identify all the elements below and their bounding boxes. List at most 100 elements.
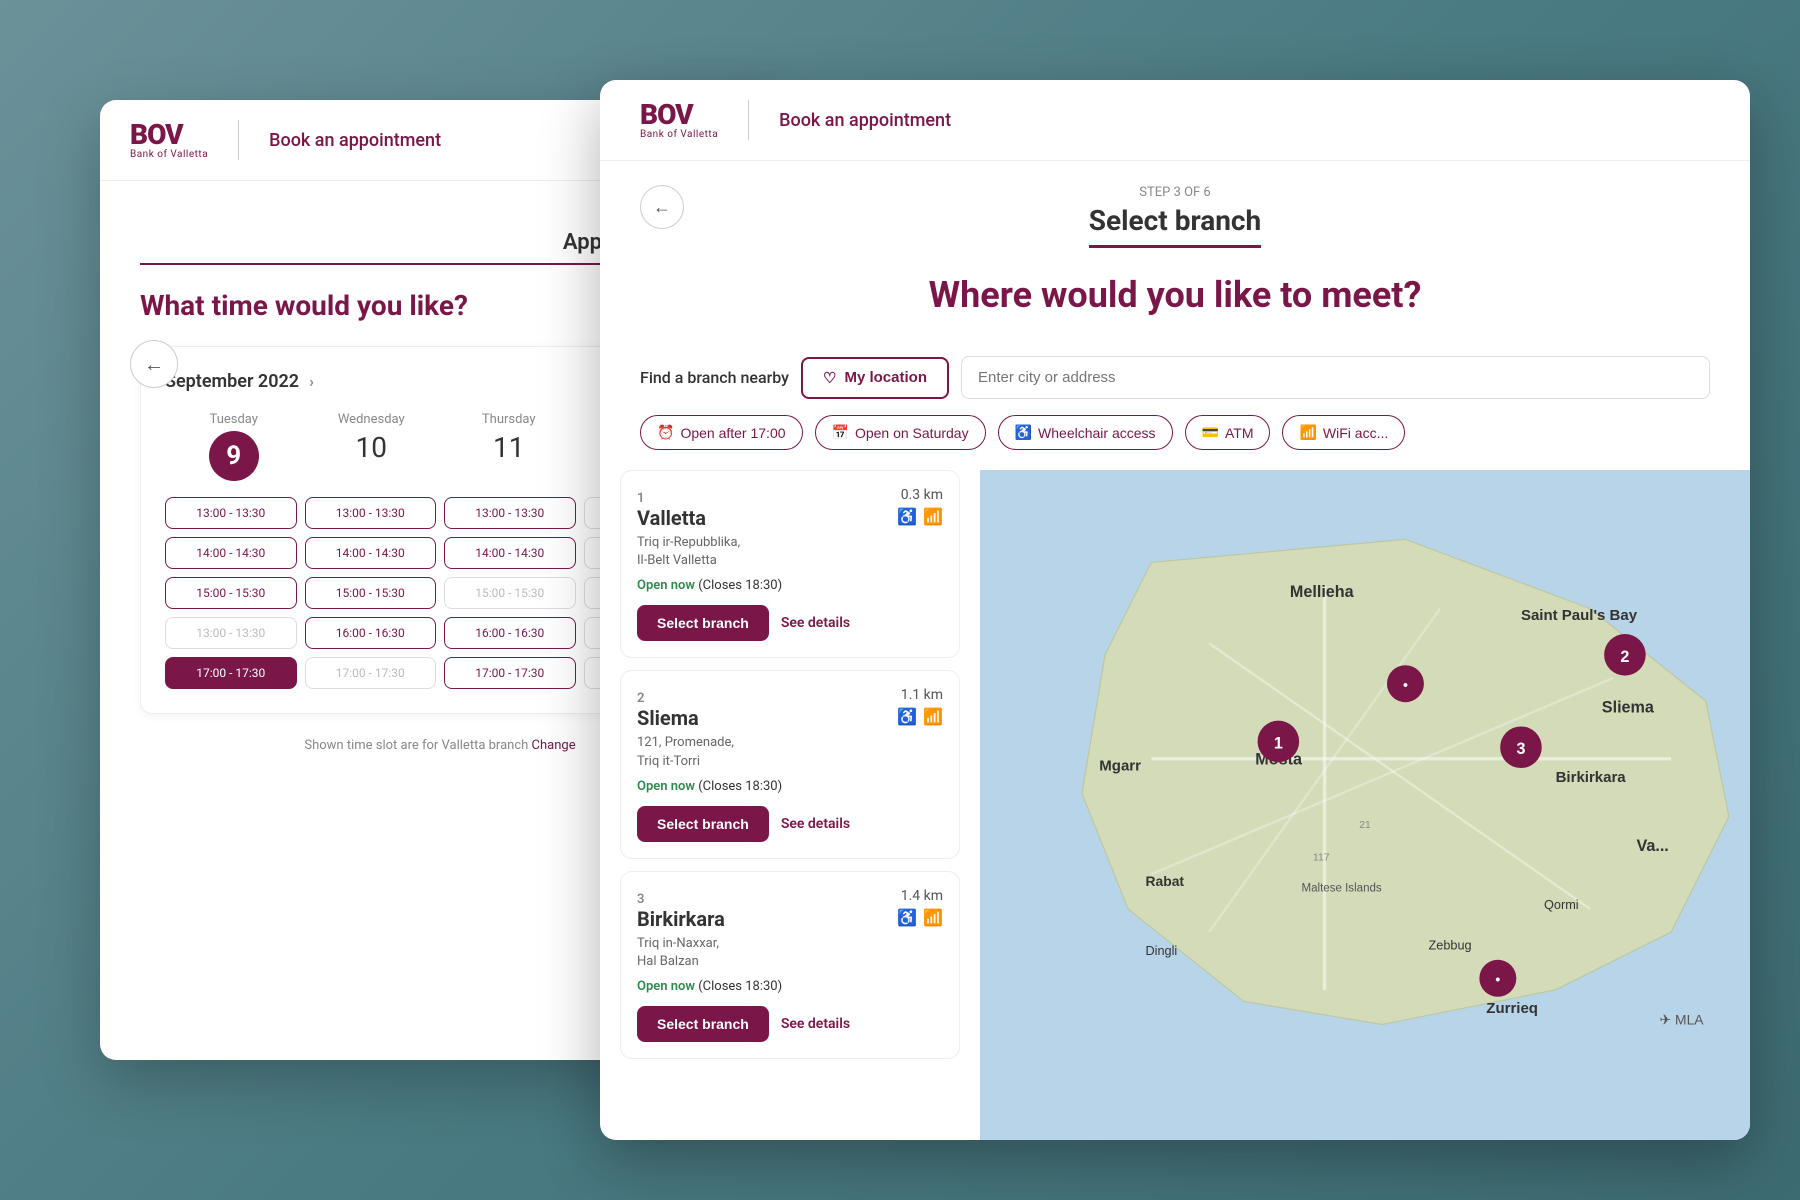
branch-left-1: 1 Valletta bbox=[637, 487, 706, 530]
day-9[interactable]: 9 bbox=[209, 431, 259, 481]
branch-num-2: 2 bbox=[637, 691, 644, 706]
select-branch-btn-2[interactable]: Select branch bbox=[637, 806, 769, 842]
filter-wheelchair[interactable]: ♿ Wheelchair access bbox=[998, 415, 1173, 450]
back-header-title: Book an appointment bbox=[269, 130, 441, 151]
time-slot[interactable]: 16:00 - 16:30 bbox=[305, 617, 437, 649]
branch-num-3: 3 bbox=[637, 892, 644, 907]
branch-icons-3: ♿ 📶 bbox=[897, 908, 943, 927]
close-time-2: (Closes 18:30) bbox=[698, 779, 782, 794]
time-slot-disabled: 17:00 - 17:30 bbox=[305, 657, 437, 689]
branch-address-2: 121, Promenade,Triq it-Torri bbox=[637, 734, 943, 770]
branch-status-1: Open now (Closes 18:30) bbox=[637, 578, 943, 593]
address-input[interactable] bbox=[961, 356, 1710, 399]
branch-header-3: 3 Birkirkara 1.4 km ♿ 📶 bbox=[637, 888, 943, 931]
svg-text:Maltese Islands: Maltese Islands bbox=[1301, 883, 1381, 895]
my-location-label: My location bbox=[844, 369, 927, 386]
month-label: September 2022 bbox=[165, 371, 299, 392]
svg-text:Zebbug: Zebbug bbox=[1429, 938, 1472, 952]
select-branch-card: BOV Bank of Valletta Book an appointment… bbox=[600, 80, 1750, 1140]
step-center: STEP 3 OF 6 Select branch bbox=[684, 185, 1666, 264]
day-10[interactable]: 10 bbox=[303, 431, 441, 464]
change-link[interactable]: Change bbox=[532, 738, 576, 753]
select-branch-btn-1[interactable]: Select branch bbox=[637, 605, 769, 641]
map[interactable]: Mellieha Saint Paul's Bay Mgarr Mosta Sl… bbox=[980, 470, 1750, 1140]
front-question: Where would you like to meet? bbox=[640, 274, 1710, 316]
filter-atm[interactable]: 💳 ATM bbox=[1185, 415, 1271, 450]
branch-address-3: Triq in-Naxxar,Hal Balzan bbox=[637, 935, 943, 971]
day-11[interactable]: 11 bbox=[440, 431, 578, 464]
svg-text:Mgarr: Mgarr bbox=[1099, 757, 1141, 774]
filter-open-saturday-label: Open on Saturday bbox=[855, 425, 969, 441]
search-bar: Find a branch nearby ♡ My location bbox=[600, 356, 1750, 399]
branch-header-1: 1 Valletta 0.3 km ♿ 📶 bbox=[637, 487, 943, 530]
month-next-icon[interactable]: › bbox=[309, 372, 314, 391]
front-step-label: STEP 3 OF 6 bbox=[684, 185, 1666, 200]
wifi-icon-2: 📶 bbox=[923, 707, 943, 726]
branch-note-text: Shown time slot are for Valletta branch bbox=[304, 738, 528, 753]
branch-icons-2: ♿ 📶 bbox=[897, 707, 943, 726]
time-slot[interactable]: 15:00 - 15:30 bbox=[165, 577, 297, 609]
map-svg: Mellieha Saint Paul's Bay Mgarr Mosta Sl… bbox=[980, 470, 1750, 1140]
branch-num-1: 1 bbox=[637, 491, 644, 506]
open-status-2: Open now bbox=[637, 779, 695, 794]
wifi-icon-1: 📶 bbox=[923, 507, 943, 526]
time-slot[interactable]: 14:00 - 14:30 bbox=[444, 537, 576, 569]
branch-list: 1 Valletta 0.3 km ♿ 📶 Triq ir-Repubblika… bbox=[600, 470, 980, 1140]
time-slot[interactable]: 17:00 - 17:30 bbox=[444, 657, 576, 689]
time-slot[interactable]: 14:00 - 14:30 bbox=[165, 537, 297, 569]
day-label-tue: Tuesday bbox=[165, 412, 303, 427]
branch-name-3: Birkirkara bbox=[637, 907, 725, 931]
time-slot-disabled: 13:00 - 13:30 bbox=[165, 617, 297, 649]
wifi-icon: 📶 bbox=[1299, 424, 1316, 441]
branch-right-1: 0.3 km ♿ 📶 bbox=[897, 487, 943, 526]
svg-text:✈ MLA: ✈ MLA bbox=[1660, 1011, 1705, 1027]
time-slot[interactable]: 14:00 - 14:30 bbox=[305, 537, 437, 569]
branch-right-2: 1.1 km ♿ 📶 bbox=[897, 687, 943, 726]
open-status-3: Open now bbox=[637, 979, 695, 994]
front-logo-text: BOV bbox=[640, 101, 693, 129]
back-button[interactable]: ← bbox=[130, 340, 178, 388]
svg-text:2: 2 bbox=[1620, 648, 1629, 666]
see-details-link-2[interactable]: See details bbox=[781, 816, 850, 832]
day-col-2: Wednesday 10 bbox=[303, 412, 441, 481]
time-slot[interactable]: 13:00 - 13:30 bbox=[305, 497, 437, 529]
time-slot[interactable]: 16:00 - 16:30 bbox=[444, 617, 576, 649]
branch-name-2: Sliema bbox=[637, 706, 699, 730]
svg-text:21: 21 bbox=[1359, 820, 1371, 831]
svg-text:Saint Paul's Bay: Saint Paul's Bay bbox=[1521, 607, 1638, 624]
filter-wifi[interactable]: 📶 WiFi acc... bbox=[1282, 415, 1405, 450]
filter-open-saturday[interactable]: 📅 Open on Saturday bbox=[815, 415, 986, 450]
map-pin-extra2: • bbox=[1479, 960, 1516, 997]
svg-text:Qormi: Qormi bbox=[1544, 898, 1579, 912]
time-slot[interactable]: 15:00 - 15:30 bbox=[305, 577, 437, 609]
select-branch-btn-3[interactable]: Select branch bbox=[637, 1006, 769, 1042]
step-area: ← STEP 3 OF 6 Select branch bbox=[600, 161, 1750, 264]
time-slot[interactable]: 13:00 - 13:30 bbox=[165, 497, 297, 529]
svg-text:Mellieha: Mellieha bbox=[1290, 583, 1355, 601]
branch-status-2: Open now (Closes 18:30) bbox=[637, 779, 943, 794]
branch-left-2: 2 Sliema bbox=[637, 687, 699, 730]
branch-header-2: 2 Sliema 1.1 km ♿ 📶 bbox=[637, 687, 943, 730]
filter-open-after[interactable]: ⏰ Open after 17:00 bbox=[640, 415, 803, 450]
map-pin-3: 3 bbox=[1500, 726, 1542, 768]
svg-text:1: 1 bbox=[1274, 734, 1283, 752]
front-back-button[interactable]: ← bbox=[640, 185, 684, 229]
logo-text: BOV bbox=[130, 121, 183, 149]
time-slot-selected[interactable]: 17:00 - 17:30 bbox=[165, 657, 297, 689]
time-slot-disabled: 15:00 - 15:30 bbox=[444, 577, 576, 609]
filter-open-after-label: Open after 17:00 bbox=[680, 425, 785, 441]
my-location-button[interactable]: ♡ My location bbox=[801, 357, 949, 399]
branch-name-1: Valletta bbox=[637, 506, 706, 530]
close-time-1: (Closes 18:30) bbox=[698, 578, 782, 593]
see-details-link-1[interactable]: See details bbox=[781, 615, 850, 631]
time-slot[interactable]: 13:00 - 13:30 bbox=[444, 497, 576, 529]
see-details-link-3[interactable]: See details bbox=[781, 1016, 850, 1032]
svg-text:•: • bbox=[1403, 676, 1408, 692]
calendar-icon: 📅 bbox=[832, 424, 849, 441]
map-pin-2: 2 bbox=[1604, 634, 1646, 676]
location-icon: ♡ bbox=[823, 369, 836, 387]
branch-left-3: 3 Birkirkara bbox=[637, 888, 725, 931]
map-pin-extra1: • bbox=[1387, 665, 1424, 702]
front-bov-logo: BOV Bank of Valletta bbox=[640, 101, 718, 140]
front-header-divider bbox=[748, 100, 749, 140]
